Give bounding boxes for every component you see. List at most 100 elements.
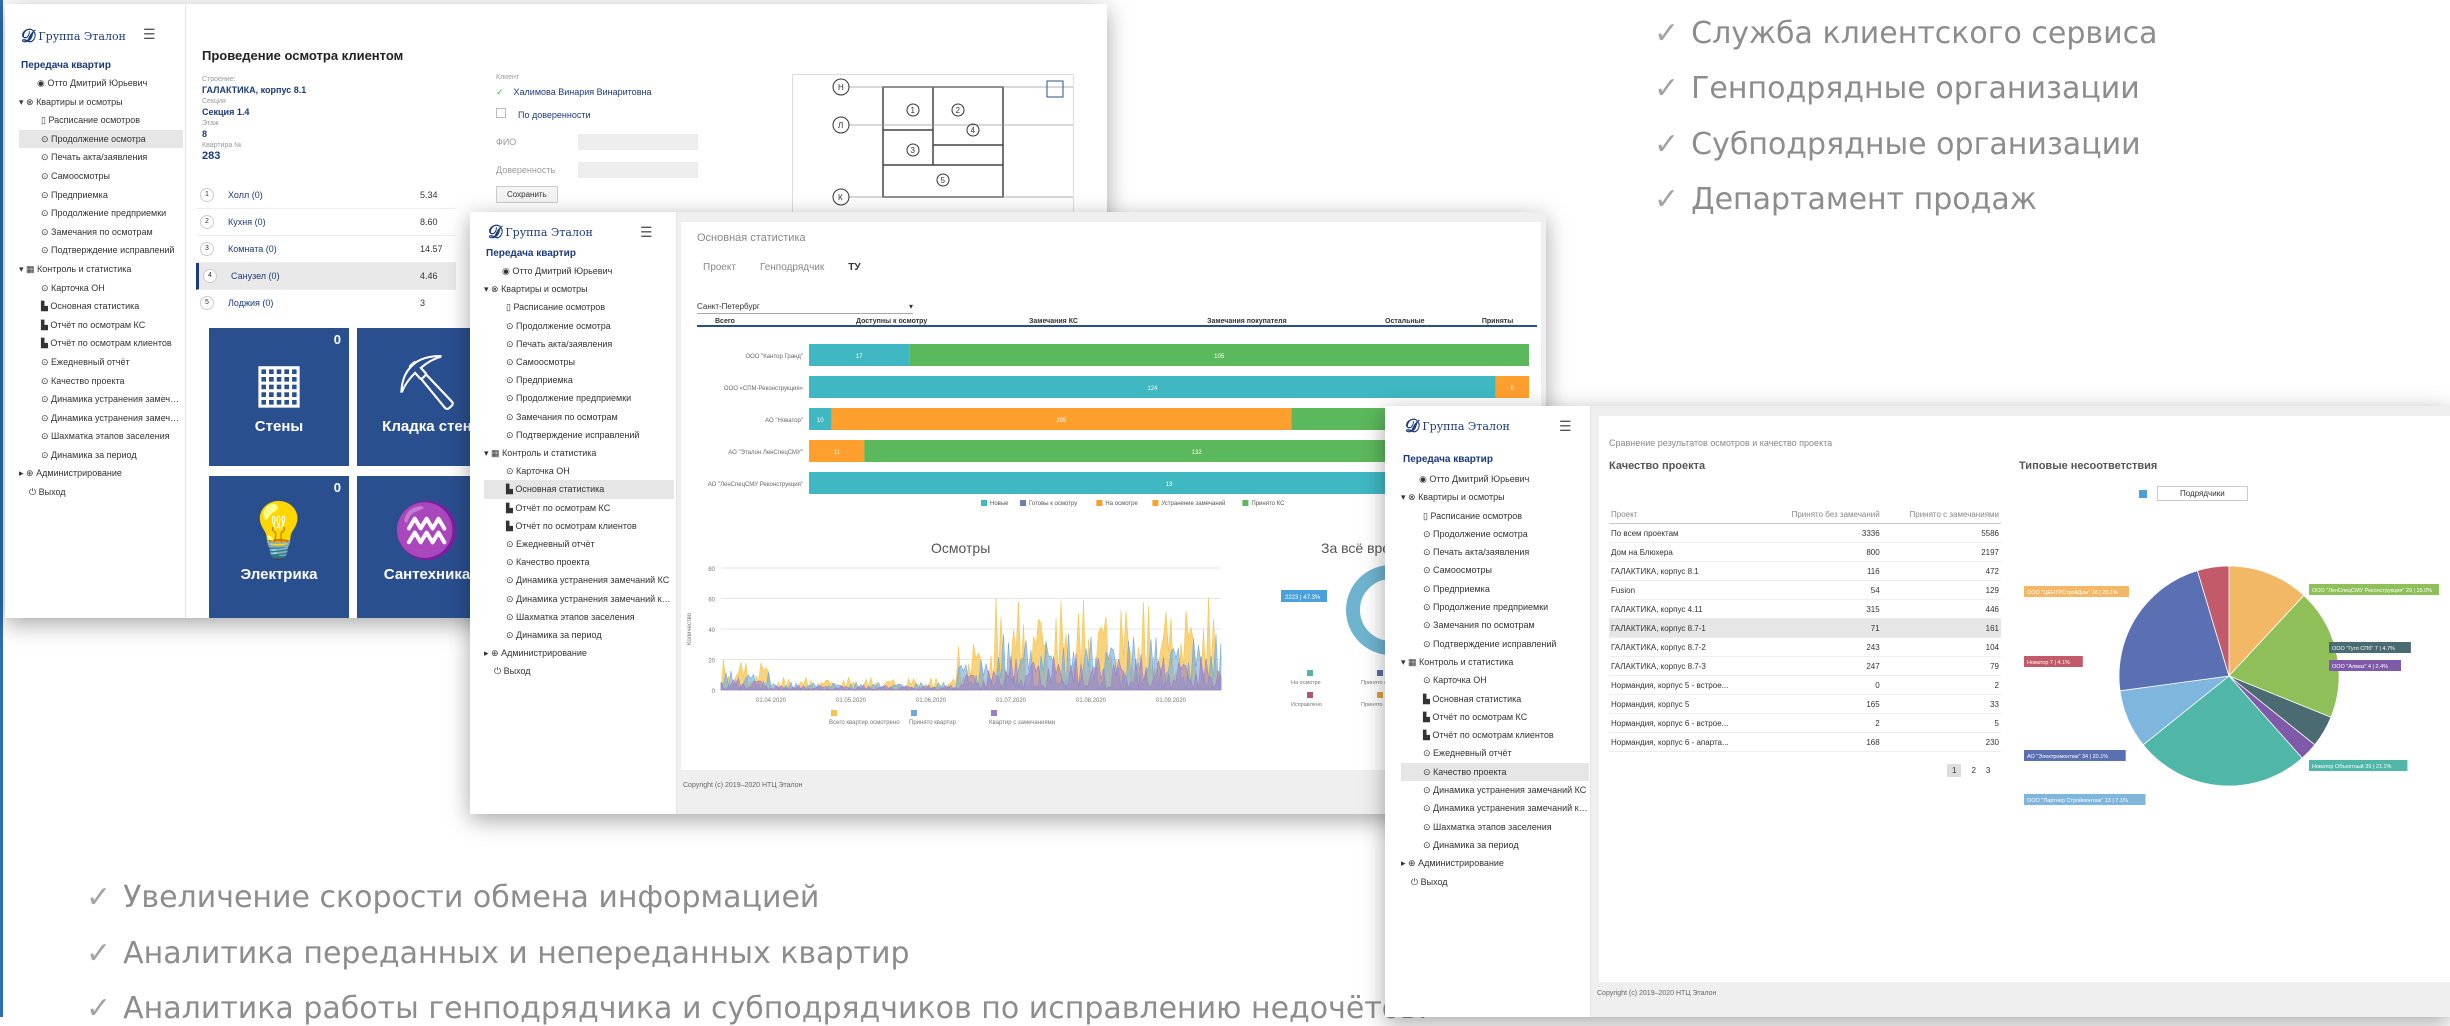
nav-item[interactable]: ⊙ Динамика устранения замечаний КС bbox=[1401, 781, 1589, 799]
nav-item[interactable]: ⊙ Карточка ОН bbox=[1401, 671, 1589, 689]
tab-contractor[interactable]: Генподрядчик bbox=[760, 262, 824, 273]
menu-icon[interactable]: ☰ bbox=[143, 26, 156, 43]
city-select[interactable]: Санкт-Петербург ▾ bbox=[697, 302, 913, 314]
expand-icon[interactable] bbox=[1046, 80, 1064, 98]
nav-item[interactable]: ⊙ Предприемка bbox=[19, 186, 183, 205]
page-button[interactable]: 3 bbox=[1986, 764, 1990, 777]
user-profile[interactable]: ◉ Отто Дмитрий Юрьевич bbox=[484, 262, 674, 280]
nav-item[interactable]: ▙ Отчёт по осмотрам клиентов bbox=[1401, 726, 1589, 744]
menu-icon[interactable]: ☰ bbox=[640, 224, 653, 241]
table-row[interactable]: По всем проектам 3336 5586 bbox=[1609, 524, 2001, 543]
nav-item[interactable]: ▙ Отчёт по осмотрам КС bbox=[1401, 708, 1589, 726]
nav-item[interactable]: ⊙ Подтверждение исправлений bbox=[484, 426, 674, 444]
nav-exit[interactable]: ⏻ Выход bbox=[484, 662, 674, 680]
table-row[interactable]: ГАЛАКТИКА, корпус 8.7-2 243 104 bbox=[1609, 638, 2001, 657]
nav-item-active[interactable]: ⊙ Продолжение осмотра bbox=[19, 129, 183, 149]
nav-item[interactable]: ⊙ Динамика устранения замечаний клиентов bbox=[1401, 799, 1589, 817]
table-row[interactable]: Нормандия, корпус 6 - апарта... 168 230 bbox=[1609, 733, 2001, 752]
nav-item[interactable]: ▙ Отчёт по осмотрам КС bbox=[484, 499, 674, 517]
nav-item[interactable]: ⊙ Печать акта/заявления bbox=[19, 148, 183, 167]
table-row[interactable]: Нормандия, корпус 6 - встрое... 2 5 bbox=[1609, 714, 2001, 733]
nav-item[interactable]: ▯ Расписание осмотров bbox=[484, 298, 674, 316]
table-row[interactable]: Fusion 54 129 bbox=[1609, 581, 2001, 600]
room-row-active[interactable]: 4 Санузел (0) 4.46 bbox=[196, 263, 456, 290]
nav-item[interactable]: ⊙ Динамика за период bbox=[19, 446, 183, 465]
table-row[interactable]: ГАЛАКТИКА, корпус 8.7-3 247 79 bbox=[1609, 657, 2001, 676]
nav-item[interactable]: ⊙ Замечания по осмотрам bbox=[1401, 616, 1589, 634]
nav-exit[interactable]: ⏻ Выход bbox=[19, 483, 183, 502]
nav-item[interactable]: ▙ Отчёт по осмотрам клиентов bbox=[484, 517, 674, 535]
nav-item[interactable]: ⊙ Ежедневный отчёт bbox=[1401, 744, 1589, 762]
nav-item[interactable]: ▙ Основная статистика bbox=[19, 297, 183, 316]
nav-group-control[interactable]: ▾ ▦ Контроль и статистика bbox=[1401, 653, 1589, 671]
nav-item[interactable]: ⊙ Динамика устранения замечаний КС bbox=[484, 571, 674, 589]
nav-item[interactable]: ⊙ Предприемка bbox=[484, 371, 674, 389]
nav-item[interactable]: ⊙ Карточка ОН bbox=[19, 279, 183, 298]
table-row[interactable]: Дом на Блюхера 800 2197 bbox=[1609, 543, 2001, 562]
nav-item[interactable]: ⊙ Подтверждение исправлений bbox=[1401, 635, 1589, 653]
nav-item[interactable]: ⊙ Замечания по осмотрам bbox=[484, 408, 674, 426]
proxy-input[interactable] bbox=[578, 162, 698, 178]
user-profile[interactable]: ◉ Отто Дмитрий Юрьевич bbox=[1401, 470, 1589, 488]
nav-item[interactable]: ⊙ Продолжение предприемки bbox=[1401, 598, 1589, 616]
nav-item[interactable]: ⊙ Подтверждение исправлений bbox=[19, 241, 183, 260]
client-checkbox[interactable]: ✓ Халимова Винария Винаритовна bbox=[496, 87, 698, 98]
nav-item[interactable]: ⊙ Динамика устранения замечаний КС bbox=[19, 390, 183, 409]
nav-group-inspections[interactable]: ▾ ⊗ Квартиры и осмотры bbox=[19, 93, 183, 112]
nav-group-control[interactable]: ▾ ▦ Контроль и статистика bbox=[484, 444, 674, 462]
nav-item[interactable]: ⊙ Самоосмотры bbox=[484, 353, 674, 371]
table-row[interactable]: Нормандия, корпус 5 - встрое... 0 2 bbox=[1609, 676, 2001, 695]
contractor-filter[interactable]: Подрядчики bbox=[2139, 486, 2248, 501]
category-tile-walls[interactable]: 0 ▦ Стены bbox=[209, 328, 349, 466]
nav-item[interactable]: ⊙ Самоосмотры bbox=[1401, 561, 1589, 579]
nav-group-admin[interactable]: ▸ ⊕ Администрирование bbox=[19, 464, 183, 483]
nav-group-admin[interactable]: ▸ ⊕ Администрирование bbox=[1401, 854, 1589, 872]
nav-exit[interactable]: ⏻ Выход bbox=[1401, 873, 1589, 891]
nav-item[interactable]: ⊙ Динамика устранения замечаний клиентов bbox=[484, 590, 674, 608]
nav-item-active[interactable]: ▙ Основная статистика bbox=[484, 480, 674, 499]
nav-item[interactable]: ⊙ Продолжение предприемки bbox=[19, 204, 183, 223]
nav-item[interactable]: ⊙ Качество проекта bbox=[19, 372, 183, 391]
user-profile[interactable]: ◉ Отто Дмитрий Юрьевич bbox=[19, 74, 183, 93]
nav-item[interactable]: ⊙ Замечания по осмотрам bbox=[19, 223, 183, 242]
nav-group-inspections[interactable]: ▾ ⊗ Квартиры и осмотры bbox=[484, 280, 674, 298]
nav-item[interactable]: ⊙ Динамика за период bbox=[484, 626, 674, 644]
nav-item[interactable]: ⊙ Ежедневный отчёт bbox=[484, 535, 674, 553]
menu-icon[interactable]: ☰ bbox=[1559, 418, 1572, 435]
nav-group-control[interactable]: ▾ ▦ Контроль и статистика bbox=[19, 260, 183, 279]
page-button-active[interactable]: 1 bbox=[1947, 764, 1962, 777]
nav-item[interactable]: ⊙ Шахматка этапов заселения bbox=[484, 608, 674, 626]
nav-item[interactable]: ⊙ Шахматка этапов заселения bbox=[19, 427, 183, 446]
nav-item[interactable]: ⊙ Шахматка этапов заселения bbox=[1401, 818, 1589, 836]
room-row[interactable]: 5 Лоджия (0) 3 bbox=[196, 290, 456, 316]
nav-item[interactable]: ⊙ Динамика устранения замечаний клиентов bbox=[19, 409, 183, 428]
nav-item[interactable]: ⊙ Самоосмотры bbox=[19, 167, 183, 186]
category-tile-electrics[interactable]: 0 💡 Электрика bbox=[209, 476, 349, 618]
nav-item-active[interactable]: ⊙ Качество проекта bbox=[1401, 762, 1589, 782]
nav-item[interactable]: ⊙ Предприемка bbox=[1401, 580, 1589, 598]
tab-project[interactable]: Проект bbox=[703, 262, 736, 273]
room-row[interactable]: 2 Кухня (0) 8.60 bbox=[196, 209, 456, 236]
nav-item[interactable]: ▯ Расписание осмотров bbox=[19, 111, 183, 130]
nav-item[interactable]: ⊙ Карточка ОН bbox=[484, 462, 674, 480]
page-button[interactable]: 2 bbox=[1971, 764, 1975, 777]
table-row[interactable]: ГАЛАКТИКА, корпус 4.11 315 446 bbox=[1609, 600, 2001, 619]
room-row[interactable]: 1 Холл (0) 5.34 bbox=[196, 182, 456, 209]
nav-item[interactable]: ⊙ Качество проекта bbox=[484, 553, 674, 571]
room-row[interactable]: 3 Комната (0) 14.57 bbox=[196, 236, 456, 263]
nav-item[interactable]: ⊙ Продолжение осмотра bbox=[1401, 525, 1589, 543]
nav-item[interactable]: ⊙ Продолжение предприемки bbox=[484, 389, 674, 407]
tab-tu[interactable]: ТУ bbox=[848, 262, 860, 273]
proxy-checkbox[interactable]: По доверенности bbox=[496, 108, 698, 120]
fio-input[interactable] bbox=[578, 134, 698, 150]
table-row[interactable]: Нормандия, корпус 5 165 33 bbox=[1609, 695, 2001, 714]
nav-item[interactable]: ⊙ Динамика за период bbox=[1401, 836, 1589, 854]
nav-item[interactable]: ▙ Отчёт по осмотрам клиентов bbox=[19, 334, 183, 353]
nav-group-admin[interactable]: ▸ ⊕ Администрирование bbox=[484, 644, 674, 662]
nav-group-inspections[interactable]: ▾ ⊗ Квартиры и осмотры bbox=[1401, 488, 1589, 506]
table-row[interactable]: ГАЛАКТИКА, корпус 8.7-1 71 161 bbox=[1609, 618, 2001, 638]
table-row[interactable]: ГАЛАКТИКА, корпус 8.1 116 472 bbox=[1609, 562, 2001, 581]
nav-item[interactable]: ▯ Расписание осмотров bbox=[1401, 507, 1589, 525]
save-button[interactable]: Сохранить bbox=[496, 186, 558, 203]
nav-item[interactable]: ⊙ Продолжение осмотра bbox=[484, 317, 674, 335]
